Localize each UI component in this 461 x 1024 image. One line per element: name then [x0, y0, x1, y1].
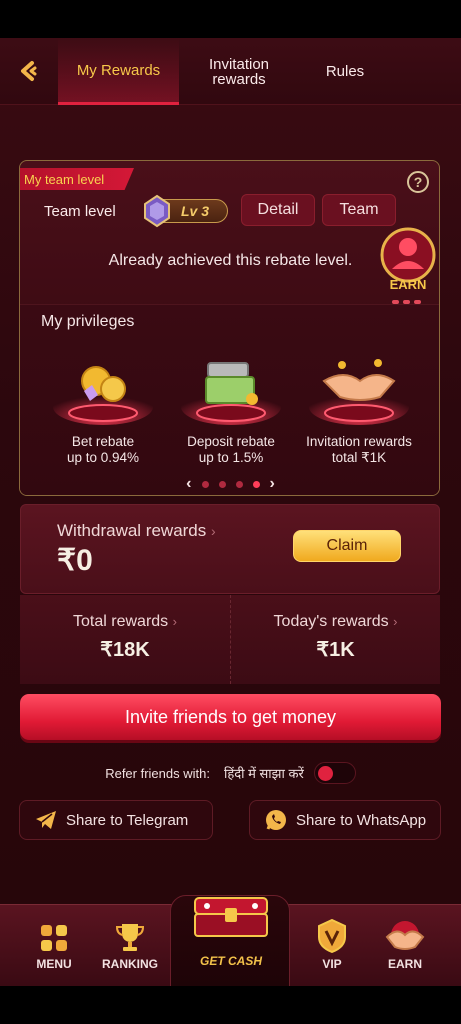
carousel-dot-active[interactable] — [252, 480, 260, 488]
earn-badge-icon[interactable]: EARN — [376, 225, 440, 297]
privilege-bet-rebate[interactable]: Bet rebate up to 0.94% — [38, 347, 168, 466]
tab-rules-label: Rules — [325, 63, 365, 80]
nav-vip-label: VIP — [322, 957, 342, 971]
toggle-knob — [317, 766, 333, 781]
privilege-deposit-rebate-text: Deposit rebate up to 1.5% — [187, 434, 275, 465]
carousel-dot[interactable] — [201, 480, 209, 488]
invite-friends-button[interactable]: Invite friends to get money — [20, 694, 441, 740]
back-arrow-icon — [21, 61, 37, 81]
level-gem-icon — [144, 194, 170, 228]
share-whatsapp-label: Share to WhatsApp — [296, 811, 427, 829]
privileges-title: My privileges — [41, 313, 135, 330]
chevron-right-icon: › — [393, 614, 398, 629]
coins-icon — [53, 366, 153, 425]
svg-text:EARN: EARN — [390, 277, 427, 292]
whatsapp-icon — [266, 810, 286, 830]
handshake-icon — [385, 921, 425, 950]
menu-grid-icon — [41, 925, 67, 951]
money-chest-icon — [181, 362, 281, 425]
top-bar: My Rewards Invitation rewards Rules — [0, 38, 461, 105]
team-button[interactable]: Team — [322, 194, 396, 226]
total-rewards[interactable]: Total rewards › ₹18K — [20, 595, 230, 684]
team-level-card: My team level ? Team level Lv 3 Detail T… — [19, 160, 440, 496]
team-level-ribbon: My team level — [20, 168, 134, 190]
rewards-totals: Total rewards › ₹18K Today's rewards › ₹… — [20, 595, 440, 684]
nav-ranking[interactable]: RANKING — [95, 917, 165, 971]
withdrawal-rewards-card: Withdrawal rewards › ₹0 Claim — [20, 504, 440, 594]
privileges-carousel-controls: ‹ › — [20, 475, 439, 493]
telegram-icon — [36, 811, 56, 829]
privilege-invitation-rewards[interactable]: Invitation rewards total ₹1K — [294, 347, 424, 466]
detail-button[interactable]: Detail — [241, 194, 315, 226]
total-rewards-value: ₹18K — [100, 639, 150, 661]
trophy-icon — [115, 924, 145, 951]
nav-get-cash[interactable]: GET CASH — [170, 895, 290, 986]
refer-language-row: Refer friends with: हिंदी में साझा करें — [0, 762, 461, 784]
todays-rewards-value: ₹1K — [316, 639, 355, 661]
level-value: Lv 3 — [181, 203, 210, 219]
refer-label: Refer friends with: — [105, 765, 210, 781]
nav-menu[interactable]: MENU — [19, 917, 89, 971]
tab-my-rewards-label: My Rewards — [76, 61, 161, 79]
share-telegram-label: Share to Telegram — [66, 811, 189, 829]
tab-my-rewards[interactable]: My Rewards — [58, 38, 179, 105]
total-rewards-label: Total rewards › — [73, 613, 177, 630]
share-whatsapp-button[interactable]: Share to WhatsApp — [249, 800, 441, 840]
todays-rewards[interactable]: Today's rewards › ₹1K — [230, 595, 440, 684]
privilege-deposit-rebate[interactable]: Deposit rebate up to 1.5% — [166, 347, 296, 466]
withdrawal-rewards-link[interactable]: Withdrawal rewards › — [57, 521, 216, 541]
hindi-share-toggle[interactable] — [313, 762, 356, 784]
nav-earn[interactable]: EARN — [370, 917, 440, 971]
treasure-chest-icon — [194, 897, 268, 937]
tab-invitation-rewards[interactable]: Invitation rewards — [190, 38, 288, 105]
nav-earn-label: EARN — [387, 957, 422, 971]
team-level-label: Team level — [44, 203, 116, 220]
carousel-dot[interactable] — [235, 480, 243, 488]
help-icon[interactable]: ? — [407, 171, 429, 193]
nav-ranking-label: RANKING — [102, 957, 158, 971]
privilege-bet-rebate-text: Bet rebate up to 0.94% — [66, 434, 140, 465]
nav-vip[interactable]: VIP — [297, 917, 367, 971]
carousel-next-icon[interactable]: › — [270, 475, 275, 493]
handshake-icon — [309, 359, 409, 425]
nav-menu-label: MENU — [36, 957, 72, 971]
privilege-invitation-rewards-text: Invitation rewards total ₹1K — [306, 434, 412, 465]
vip-shield-icon — [318, 919, 346, 953]
carousel-dot[interactable] — [218, 480, 226, 488]
tab-rules[interactable]: Rules — [302, 38, 388, 105]
app-screen: My Rewards Invitation rewards Rules My te… — [0, 38, 461, 986]
todays-rewards-label: Today's rewards › — [273, 613, 398, 630]
share-telegram-button[interactable]: Share to Telegram — [19, 800, 213, 840]
chevron-right-icon: › — [211, 523, 216, 539]
refer-language-label: हिंदी में साझा करें — [223, 766, 304, 781]
level-badge: Lv 3 — [144, 194, 228, 228]
bottom-navigation: MENU RANKING GET CASH VIP EARN — [0, 895, 461, 986]
withdrawal-amount: ₹0 — [57, 544, 93, 577]
chevron-right-icon: › — [172, 614, 177, 629]
carousel-prev-icon[interactable]: ‹ — [186, 475, 191, 493]
claim-button[interactable]: Claim — [293, 530, 401, 562]
back-button[interactable] — [14, 56, 44, 86]
tab-invitation-rewards-label: Invitation rewards — [208, 55, 270, 88]
nav-get-cash-label: GET CASH — [199, 954, 262, 968]
privileges-section: My privileges Bet rebate up to 0.94% Dep… — [20, 304, 439, 495]
